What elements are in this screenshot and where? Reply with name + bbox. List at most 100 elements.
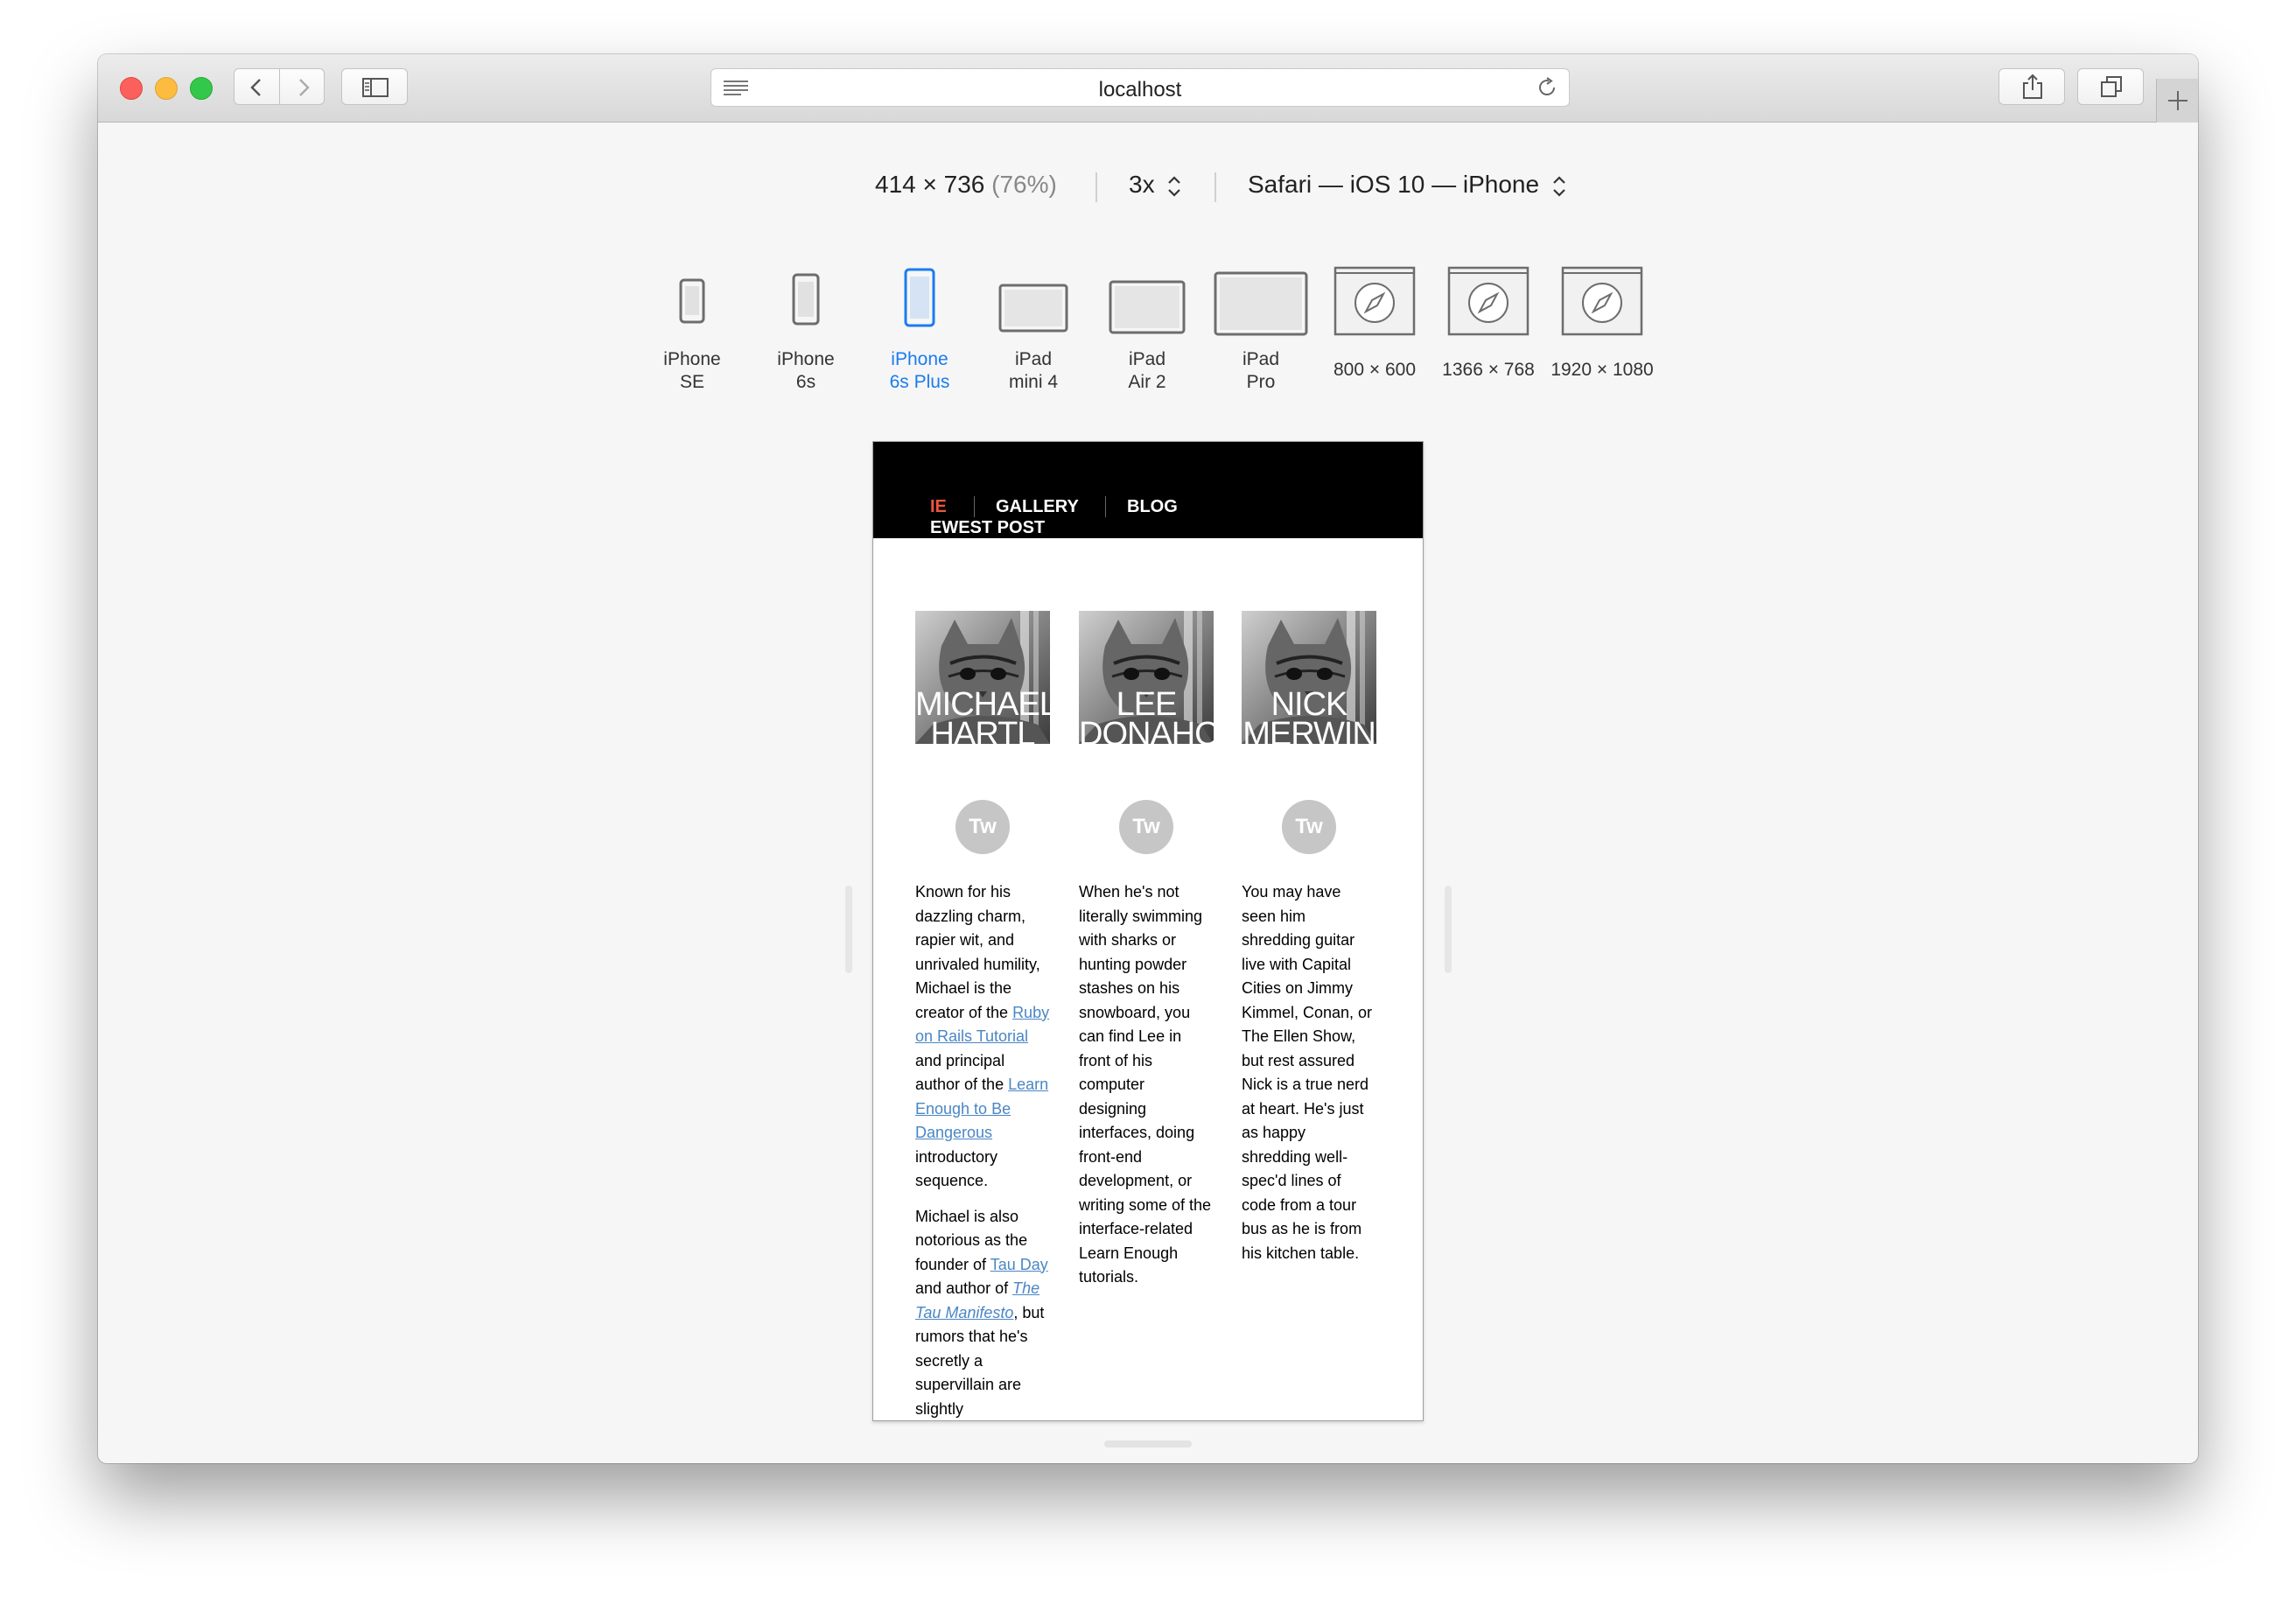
show-tabs-button[interactable]	[2077, 68, 2144, 105]
bio-paragraph: When he's not literally swimming with sh…	[1079, 880, 1214, 1290]
bio-text: You may have seen him shredding guitar l…	[1242, 883, 1373, 1262]
phone-icon	[792, 273, 820, 326]
minimize-window-button[interactable]	[155, 77, 178, 100]
device-1366x768[interactable]: 1366 × 768	[1436, 264, 1541, 382]
person-name-line2: HARTL	[930, 716, 1036, 744]
device-label: iPhone 6s	[777, 349, 835, 392]
device-ipad-air-2[interactable]: iPad Air 2	[1095, 264, 1200, 394]
bio-paragraph: You may have seen him shredding guitar l…	[1242, 880, 1376, 1265]
updown-chevron-icon	[1553, 176, 1565, 197]
device-800x600[interactable]: 800 × 600	[1322, 264, 1427, 382]
phone-icon	[679, 278, 705, 324]
device-iphone-6s[interactable]: iPhone 6s	[753, 264, 858, 394]
new-tab-button[interactable]	[2156, 79, 2198, 123]
device-label: 1366 × 768	[1442, 360, 1535, 380]
profile-photo: NICK MERWIN	[1242, 611, 1376, 744]
resize-handle-bottom[interactable]	[1104, 1440, 1192, 1447]
user-agent-select[interactable]: Safari — iOS 10 — iPhone	[1248, 171, 1567, 200]
person-bio: You may have seen him shredding guitar l…	[1242, 880, 1376, 1265]
profile-photo: MICHAEL HARTL	[915, 611, 1050, 744]
nav-newest-post-link[interactable]: EWEST POST	[930, 518, 1045, 538]
tablet-icon	[1214, 271, 1308, 336]
person-bio: Known for his dazzling charm, rapier wit…	[915, 880, 1050, 1421]
bio-text: and principal author of the	[915, 1051, 1009, 1094]
bio-link[interactable]: Tau Day	[990, 1256, 1048, 1273]
person-name-line2: DONAHOE	[1079, 716, 1214, 744]
user-agent-value: Safari — iOS 10 — iPhone	[1248, 171, 1540, 198]
chevron-left-icon	[250, 79, 261, 96]
person-name-overlay: MICHAEL HARTL	[915, 686, 1050, 744]
viewport-dimensions: 414 × 736	[875, 171, 985, 198]
device-label: 800 × 600	[1333, 360, 1416, 380]
bio-column: LEE DONAHOE Tw When he's not literally s…	[1079, 611, 1214, 1301]
nav-gallery-link[interactable]: GALLERY	[996, 497, 1079, 517]
device-label: iPhone SE	[663, 349, 721, 392]
resize-handle-right[interactable]	[1445, 886, 1452, 973]
back-button[interactable]	[234, 69, 279, 104]
tabs-overview-icon	[2101, 76, 2122, 97]
updown-chevron-icon	[1168, 176, 1181, 197]
twitter-button[interactable]: Tw	[956, 800, 1010, 854]
nav-blog-link[interactable]: BLOG	[1127, 497, 1178, 517]
person-bio: When he's not literally swimming with sh…	[1079, 880, 1214, 1290]
bio-column: NICK MERWIN Tw You may have seen him shr…	[1242, 611, 1376, 1277]
tablet-icon	[998, 284, 1068, 333]
pixel-ratio-value: 3x	[1129, 171, 1155, 198]
device-label: iPhone 6s Plus	[889, 349, 950, 392]
twitter-button[interactable]: Tw	[1119, 800, 1173, 854]
chevron-right-icon	[299, 79, 310, 96]
pixel-ratio-select[interactable]: 3x	[1129, 171, 1182, 200]
bio-paragraph: Known for his dazzling charm, rapier wit…	[915, 880, 1050, 1194]
viewport-zoom: (76%)	[991, 171, 1057, 198]
phone-icon	[904, 268, 935, 327]
device-ipad-mini-4[interactable]: iPad mini 4	[981, 264, 1086, 394]
device-viewport[interactable]: IE GALLERY BLOG EWEST POST MICHAEL HARTL…	[872, 441, 1424, 1421]
device-label: iPad Air 2	[1128, 349, 1166, 392]
responsive-design-toolbar: 414 × 736 (76%) 3x Safari — iOS 10 — iPh…	[98, 171, 2198, 206]
plus-icon	[2168, 91, 2188, 110]
site-header: IE GALLERY BLOG EWEST POST	[873, 442, 1423, 538]
browser-window: localhost 414 × 736 (76%) 3x Safari — iO…	[98, 54, 2198, 1463]
device-1920x1080[interactable]: 1920 × 1080	[1550, 264, 1655, 382]
forward-button[interactable]	[280, 69, 325, 104]
device-ipad-pro[interactable]: iPad Pro	[1208, 264, 1313, 394]
device-label: iPad mini 4	[1008, 349, 1059, 392]
safari-compass-icon	[1447, 266, 1530, 336]
sidebar-icon	[362, 78, 388, 97]
nav-home-link[interactable]: IE	[930, 497, 947, 517]
device-label: 1920 × 1080	[1550, 360, 1654, 380]
device-label: iPad Pro	[1242, 349, 1280, 392]
bio-column: MICHAEL HARTL Tw Known for his dazzling …	[915, 611, 1050, 1421]
person-name-line1: MICHAEL	[915, 686, 1050, 723]
url-text: localhost	[1098, 78, 1182, 102]
title-bar: localhost	[98, 54, 2198, 123]
device-presets: iPhone SE iPhone 6s iPhone 6s Plus iPad …	[98, 264, 2198, 392]
profile-photo: LEE DONAHOE	[1079, 611, 1214, 744]
person-name-line2: MERWIN	[1242, 716, 1376, 744]
person-name-overlay: NICK MERWIN	[1242, 686, 1376, 744]
bio-paragraph: Michael is also notorious as the founder…	[915, 1205, 1050, 1421]
bio-text: When he's not literally swimming with sh…	[1079, 883, 1212, 1286]
bio-text: introductory sequence.	[915, 1147, 998, 1190]
zoom-window-button[interactable]	[190, 77, 213, 100]
share-button[interactable]	[1998, 68, 2065, 105]
person-name-line1: LEE	[1116, 686, 1178, 723]
address-bar[interactable]: localhost	[710, 68, 1570, 107]
person-name-line1: NICK	[1270, 686, 1348, 723]
viewport-size[interactable]: 414 × 736 (76%)	[875, 171, 1057, 199]
reload-icon[interactable]	[1536, 76, 1558, 99]
close-window-button[interactable]	[120, 77, 143, 100]
device-iphone-se[interactable]: iPhone SE	[640, 264, 745, 394]
resize-handle-left[interactable]	[845, 886, 852, 973]
sidebar-toggle-button[interactable]	[341, 68, 408, 105]
twitter-button[interactable]: Tw	[1282, 800, 1336, 854]
share-icon	[2023, 74, 2042, 99]
back-forward-group	[234, 68, 325, 105]
device-iphone-6s-plus[interactable]: iPhone 6s Plus	[867, 264, 972, 394]
tablet-icon	[1109, 280, 1186, 334]
person-name-overlay: LEE DONAHOE	[1079, 686, 1214, 744]
bio-text: and author of	[915, 1279, 1013, 1297]
bio-text: Known for his dazzling charm, rapier wit…	[915, 883, 1040, 1021]
safari-compass-icon	[1334, 266, 1416, 336]
safari-compass-icon	[1561, 266, 1643, 336]
